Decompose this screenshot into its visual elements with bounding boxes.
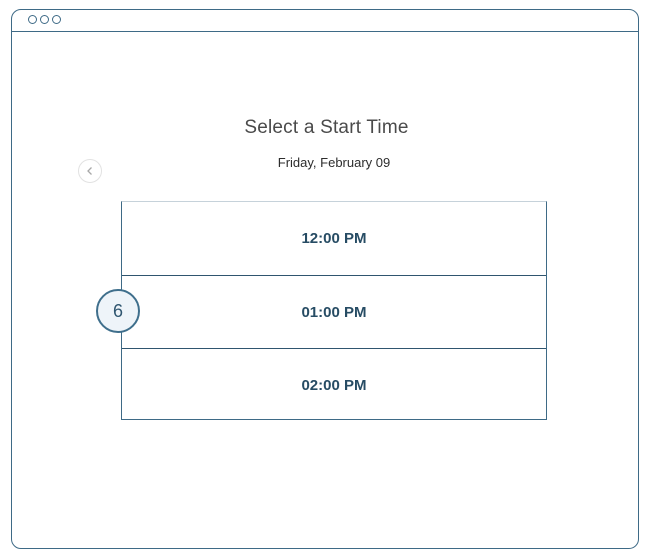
time-slot-list: 12:00 PM 01:00 PM 02:00 PM [121,201,547,420]
time-slot-button[interactable]: 12:00 PM [122,202,546,275]
time-slot-button[interactable]: 02:00 PM [122,348,546,422]
window-maximize-icon[interactable] [52,15,61,24]
chevron-left-icon [87,167,92,175]
window-controls [28,15,61,24]
page-title: Select a Start Time [244,117,409,138]
window-titlebar [12,10,638,32]
window-close-icon[interactable] [28,15,37,24]
window-minimize-icon[interactable] [40,15,49,24]
back-button[interactable] [78,159,102,183]
time-slot-button[interactable]: 01:00 PM [122,275,546,349]
step-number-badge: 6 [96,289,140,333]
